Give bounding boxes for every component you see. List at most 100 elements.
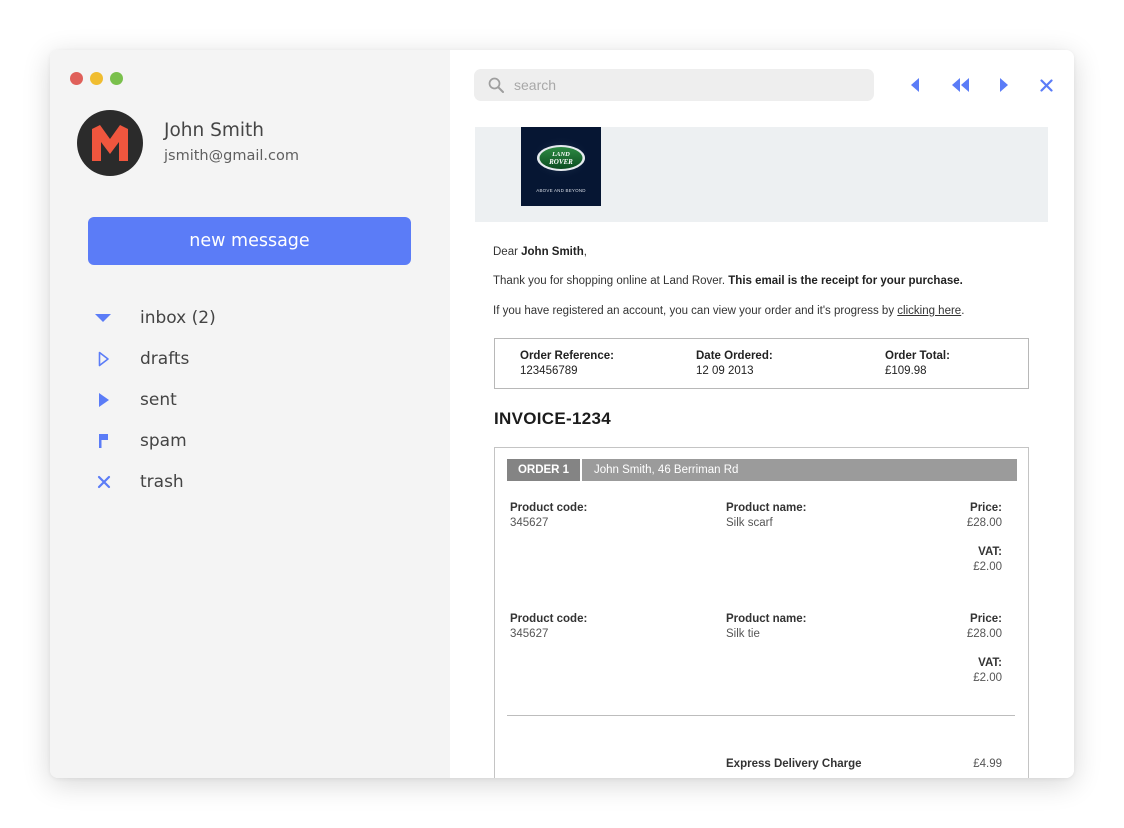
account-line: If you have registered an account, you c… bbox=[493, 305, 964, 317]
mail-window: John Smith jsmith@gmail.com new message … bbox=[50, 50, 1074, 778]
folder-label: drafts bbox=[140, 348, 190, 369]
double-caret-left-icon bbox=[952, 78, 969, 92]
app-logo-icon bbox=[92, 125, 128, 161]
order-divider bbox=[507, 715, 1015, 716]
item-code-label: Product code: bbox=[510, 502, 588, 514]
brand-line2: ROVER bbox=[548, 158, 573, 166]
window-controls bbox=[70, 72, 123, 85]
email-banner: LAND ROVER ABOVE AND BEYOND bbox=[475, 127, 1048, 222]
date-ordered-value: 12 09 2013 bbox=[696, 365, 754, 377]
item-price: Price: £28.00 bbox=[967, 612, 1002, 642]
order-box: ORDER 1 John Smith, 46 Berriman Rd Produ… bbox=[494, 447, 1029, 778]
order-reference-label: Order Reference: bbox=[520, 350, 614, 362]
item-price-value: £28.00 bbox=[966, 628, 1002, 640]
delivery-value: £4.99 bbox=[973, 758, 1002, 770]
greeting-name: John Smith bbox=[521, 246, 584, 258]
maximize-window-button[interactable] bbox=[110, 72, 123, 85]
first-button[interactable] bbox=[945, 74, 975, 96]
item-vat-value: £2.00 bbox=[973, 672, 1002, 684]
item-name-label: Product name: bbox=[726, 502, 807, 514]
item-name-label: Product name: bbox=[726, 613, 807, 625]
order-header: ORDER 1 John Smith, 46 Berriman Rd bbox=[507, 459, 1017, 481]
item-code-value: 345627 bbox=[510, 517, 549, 529]
folder-label: inbox (2) bbox=[140, 307, 216, 328]
order-total-label: Order Total: bbox=[885, 350, 950, 362]
item-vat: VAT: £2.00 bbox=[973, 545, 1002, 575]
greeting-suffix: , bbox=[583, 246, 587, 258]
item-name: Product name: Silk tie bbox=[726, 612, 807, 642]
x-icon bbox=[95, 472, 121, 492]
order-badge: ORDER 1 bbox=[507, 459, 582, 481]
thanks-text: Thank you for shopping online at Land Ro… bbox=[493, 275, 729, 287]
item-code-value: 345627 bbox=[510, 628, 549, 640]
folder-spam[interactable]: spam bbox=[95, 420, 216, 461]
delivery-label: Express Delivery Charge bbox=[726, 758, 862, 770]
flag-icon bbox=[95, 431, 121, 451]
user-email: jsmith@gmail.com bbox=[164, 148, 299, 164]
item-vat-label: VAT: bbox=[978, 657, 1002, 669]
avatar[interactable] bbox=[77, 110, 143, 176]
item-name: Product name: Silk scarf bbox=[726, 501, 807, 531]
order-reference: Order Reference: 123456789 bbox=[520, 349, 614, 379]
item-code: Product code: 345627 bbox=[510, 612, 587, 642]
search-input[interactable] bbox=[514, 77, 854, 93]
close-message-button[interactable] bbox=[1036, 74, 1056, 96]
order-link[interactable]: clicking here bbox=[897, 305, 961, 317]
next-button[interactable] bbox=[994, 74, 1014, 96]
folder-trash[interactable]: trash bbox=[95, 461, 216, 502]
message-navigation bbox=[905, 74, 1056, 96]
land-rover-oval-icon: LAND ROVER bbox=[531, 136, 591, 180]
folder-label: trash bbox=[140, 471, 184, 492]
brand-tagline: ABOVE AND BEYOND bbox=[536, 188, 586, 193]
caret-right-icon bbox=[1000, 78, 1008, 92]
item-price-label: Price: bbox=[970, 613, 1002, 625]
receipt-note: This email is the receipt for your purch… bbox=[728, 275, 963, 287]
item-name-value: Silk tie bbox=[726, 628, 760, 640]
greeting: Dear John Smith, bbox=[493, 246, 587, 258]
item-code-label: Product code: bbox=[510, 613, 588, 625]
folder-list: inbox (2) drafts sent spam trash bbox=[95, 297, 216, 502]
search-bar[interactable] bbox=[474, 69, 874, 101]
sidebar: John Smith jsmith@gmail.com new message … bbox=[50, 50, 450, 778]
user-name: John Smith bbox=[164, 120, 264, 141]
item-name-value: Silk scarf bbox=[726, 517, 773, 529]
previous-button[interactable] bbox=[905, 74, 925, 96]
folder-inbox[interactable]: inbox (2) bbox=[95, 297, 216, 338]
greeting-prefix: Dear bbox=[493, 246, 522, 258]
email-body: LAND ROVER ABOVE AND BEYOND Dear John Sm… bbox=[475, 127, 1048, 778]
order-total: Order Total: £109.98 bbox=[885, 349, 950, 379]
folder-drafts[interactable]: drafts bbox=[95, 338, 216, 379]
item-price-label: Price: bbox=[970, 502, 1002, 514]
account-suffix: . bbox=[961, 305, 965, 317]
date-ordered: Date Ordered: 12 09 2013 bbox=[696, 349, 773, 379]
folder-sent[interactable]: sent bbox=[95, 379, 216, 420]
message-pane: LAND ROVER ABOVE AND BEYOND Dear John Sm… bbox=[450, 50, 1074, 778]
item-code: Product code: 345627 bbox=[510, 501, 587, 531]
triangle-right-outline-icon bbox=[95, 349, 121, 369]
minimize-window-button[interactable] bbox=[90, 72, 103, 85]
delivery-charge: Express Delivery Charge bbox=[726, 757, 862, 772]
account-text: If you have registered an account, you c… bbox=[493, 305, 898, 317]
item-price-value: £28.00 bbox=[966, 517, 1002, 529]
item-vat-value: £2.00 bbox=[973, 561, 1002, 573]
item-vat: VAT: £2.00 bbox=[973, 656, 1002, 686]
new-message-button[interactable]: new message bbox=[88, 217, 411, 265]
thanks-line: Thank you for shopping online at Land Ro… bbox=[493, 275, 963, 287]
folder-label: sent bbox=[140, 389, 177, 410]
brand-logo: LAND ROVER ABOVE AND BEYOND bbox=[521, 127, 601, 206]
order-summary: Order Reference: 123456789 Date Ordered:… bbox=[494, 338, 1029, 389]
brand-line1: LAND bbox=[551, 151, 570, 158]
item-vat-label: VAT: bbox=[978, 546, 1002, 558]
date-ordered-label: Date Ordered: bbox=[696, 350, 773, 362]
triangle-down-icon bbox=[95, 308, 121, 328]
invoice-title: INVOICE-1234 bbox=[494, 409, 611, 428]
order-total-value: £109.98 bbox=[885, 365, 927, 377]
triangle-right-icon bbox=[95, 390, 121, 410]
close-icon bbox=[1039, 78, 1053, 92]
caret-left-icon bbox=[911, 78, 919, 92]
close-window-button[interactable] bbox=[70, 72, 83, 85]
order-reference-value: 123456789 bbox=[520, 365, 578, 377]
item-price: Price: £28.00 bbox=[967, 501, 1002, 531]
folder-label: spam bbox=[140, 430, 187, 451]
order-address: John Smith, 46 Berriman Rd bbox=[594, 464, 739, 476]
